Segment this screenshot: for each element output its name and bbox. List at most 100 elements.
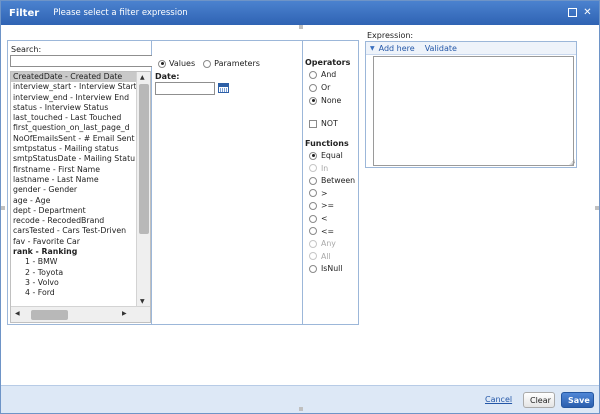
field-list-item[interactable]: last_touched - Last Touched — [11, 113, 136, 123]
function-radio[interactable] — [309, 201, 317, 210]
function-radio[interactable] — [309, 214, 317, 223]
function-option[interactable]: Equal — [309, 151, 343, 160]
function-radio[interactable] — [309, 189, 317, 198]
field-list-item[interactable]: smtpStatusDate - Mailing Statu — [11, 154, 136, 164]
expression-toolbar: ▼ Add here Validate — [366, 42, 576, 55]
function-option[interactable]: >= — [309, 201, 334, 210]
function-option: All — [309, 252, 331, 261]
function-option: In — [309, 164, 328, 173]
field-list-item[interactable]: CreatedDate - Created Date — [11, 72, 136, 83]
scroll-left-icon[interactable]: ◀ — [15, 310, 20, 317]
operator-option-or[interactable]: Or — [309, 83, 330, 92]
function-option[interactable]: < — [309, 214, 328, 223]
function-option[interactable]: > — [309, 189, 328, 198]
field-list-item[interactable]: dept - Department — [11, 206, 136, 216]
field-list-item[interactable]: first_question_on_last_page_d — [11, 123, 136, 133]
field-list-item[interactable]: lastname - Last Name — [11, 175, 136, 185]
field-list-item[interactable]: recode - RecodedBrand — [11, 216, 136, 226]
field-list-item[interactable]: carsTested - Cars Test-Driven — [11, 226, 136, 236]
vertical-scroll-thumb[interactable] — [139, 84, 149, 234]
field-list-item[interactable]: fav - Favorite Car — [11, 237, 136, 247]
vertical-scrollbar[interactable]: ▲ ▼ — [136, 72, 150, 307]
field-list-item[interactable]: status - Interview Status — [11, 103, 136, 113]
clear-button[interactable]: Clear — [523, 392, 555, 408]
maximize-icon[interactable] — [568, 8, 577, 17]
field-list-item[interactable]: interview_end - Interview End — [11, 93, 136, 103]
function-label: IsNull — [321, 264, 343, 274]
resize-handle-top[interactable] — [299, 25, 303, 29]
field-list-item[interactable]: rank - Ranking — [11, 247, 136, 257]
validate-link[interactable]: Validate — [425, 44, 457, 53]
not-checkbox-row[interactable]: NOT — [309, 119, 338, 128]
save-button[interactable]: Save — [561, 392, 594, 408]
field-list[interactable]: CreatedDate - Created Date interview_star… — [10, 71, 151, 323]
function-option[interactable]: IsNull — [309, 264, 342, 273]
triangle-down-icon: ▼ — [370, 44, 375, 52]
date-label: Date: — [155, 72, 180, 81]
field-panel: Search: CreatedDate - Created Date interv… — [7, 40, 153, 325]
operator-label: Or — [321, 83, 331, 92]
scroll-right-icon[interactable]: ▶ — [122, 310, 127, 317]
operator-label: And — [321, 70, 337, 79]
operator-radio[interactable] — [309, 83, 317, 92]
function-label: > — [321, 188, 328, 198]
parameters-radio[interactable] — [203, 59, 212, 68]
cancel-button[interactable]: Cancel — [485, 395, 512, 404]
field-list-item[interactable]: NoOfEmailsSent - # Email Sent — [11, 134, 136, 144]
function-option: Any — [309, 239, 336, 248]
search-label: Search: — [11, 45, 42, 54]
resize-grip-icon[interactable] — [568, 159, 575, 166]
not-checkbox[interactable] — [309, 119, 317, 128]
resize-handle-left[interactable] — [1, 206, 5, 210]
field-list-item[interactable]: 4 - Ford — [11, 288, 136, 298]
function-option[interactable]: Between — [309, 176, 355, 185]
date-input[interactable] — [155, 82, 215, 95]
field-list-items: CreatedDate - Created Date interview_star… — [11, 72, 136, 307]
field-list-item[interactable]: age - Age — [11, 196, 136, 206]
values-radio[interactable] — [158, 59, 166, 68]
function-option[interactable]: <= — [309, 227, 334, 236]
operator-option-and[interactable]: And — [309, 70, 336, 79]
field-list-item[interactable]: 1 - BMW — [11, 257, 136, 267]
function-label: All — [321, 251, 331, 261]
function-label: Any — [321, 239, 336, 249]
function-radio — [309, 252, 317, 261]
field-list-item[interactable]: 3 - Volvo — [11, 278, 136, 288]
scroll-down-icon[interactable]: ▼ — [140, 298, 145, 305]
field-list-item[interactable]: 2 - Toyota — [11, 268, 136, 278]
expression-label: Expression: — [367, 31, 414, 40]
add-here-link[interactable]: Add here — [379, 44, 415, 53]
search-input[interactable] — [10, 55, 153, 67]
field-list-item[interactable]: smtpstatus - Mailing status — [11, 144, 136, 154]
function-label: Between — [321, 176, 356, 186]
resize-handle-right[interactable] — [595, 206, 599, 210]
function-radio[interactable] — [309, 227, 317, 236]
dialog-titlebar[interactable]: Filter Please select a filter expression… — [1, 1, 599, 25]
operator-label: None — [321, 96, 342, 105]
expression-textarea[interactable] — [373, 56, 574, 166]
filter-dialog: Filter Please select a filter expression… — [0, 0, 600, 414]
value-panel: Values Parameters Date: — [152, 40, 302, 325]
function-radio[interactable] — [309, 176, 317, 185]
dialog-subtitle: Please select a filter expression — [53, 8, 188, 18]
close-icon[interactable]: ✕ — [582, 7, 593, 18]
not-label: NOT — [321, 119, 338, 128]
field-list-item[interactable]: gender - Gender — [11, 185, 136, 195]
horizontal-scrollbar[interactable]: ◀ ▶ — [11, 306, 150, 322]
calendar-icon[interactable] — [218, 83, 229, 93]
dialog-title: Filter — [9, 7, 40, 19]
function-label: >= — [321, 201, 335, 211]
horizontal-scroll-thumb[interactable] — [31, 310, 68, 320]
function-label: <= — [321, 226, 335, 236]
field-list-item[interactable]: firstname - First Name — [11, 165, 136, 175]
scroll-up-icon[interactable]: ▲ — [140, 74, 145, 81]
function-radio[interactable] — [309, 151, 317, 160]
function-radio — [309, 164, 317, 173]
field-list-item[interactable]: interview_start - Interview Start — [11, 82, 136, 92]
operator-radio[interactable] — [309, 70, 317, 79]
resize-handle-bottom[interactable] — [299, 407, 303, 411]
operator-radio[interactable] — [309, 96, 317, 105]
operator-option-none[interactable]: None — [309, 96, 341, 105]
functions-title: Functions — [305, 139, 349, 148]
function-radio[interactable] — [309, 264, 317, 273]
